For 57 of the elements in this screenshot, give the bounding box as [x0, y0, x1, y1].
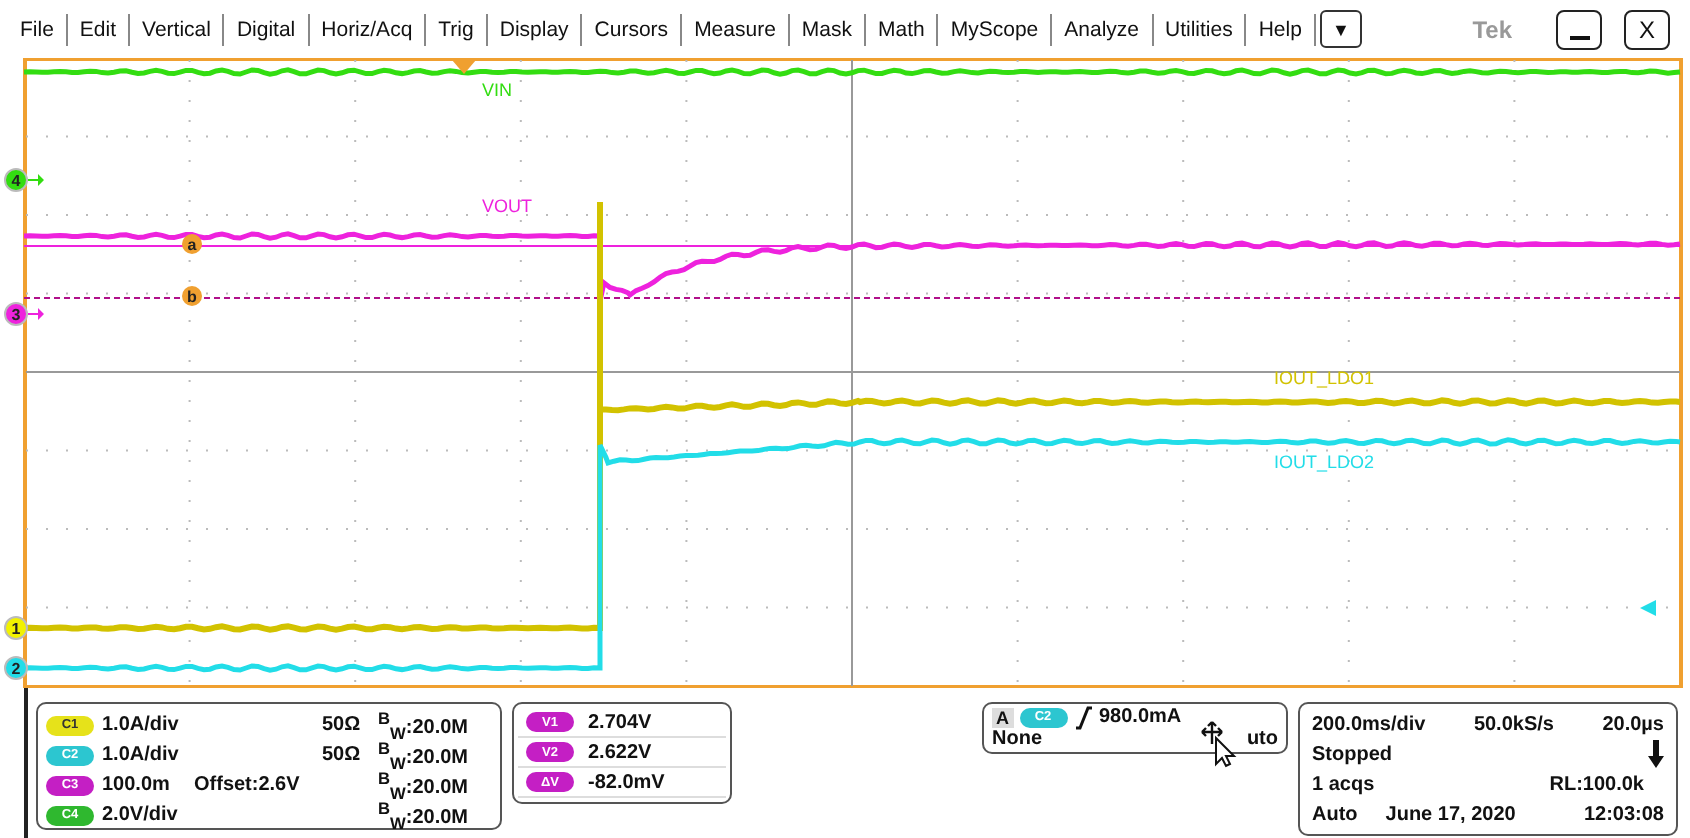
channel-scale: 1.0A/div	[102, 744, 181, 767]
cursor-value: 2.622V	[588, 741, 652, 763]
menu-item[interactable]: MyScope	[938, 13, 1053, 45]
channel-impedance: 50Ω	[322, 744, 361, 767]
horizontal-position: 20.0µs	[1602, 713, 1664, 735]
channel-marker[interactable]: 4	[4, 168, 28, 192]
channel-scale: 1.0A/div	[102, 714, 181, 737]
acquisition-date: June 17, 2020	[1385, 803, 1516, 825]
channel-marker[interactable]: 1	[4, 616, 28, 640]
trigger-mode: uto	[1246, 728, 1278, 750]
menu-item[interactable]: Edit	[67, 13, 131, 45]
sample-rate: 50.0kS/s	[1473, 713, 1554, 735]
down-arrow-icon	[1648, 740, 1664, 768]
menu-item[interactable]: Measure	[682, 13, 790, 45]
channel-offset: Offset:2.6V	[194, 774, 300, 797]
minimize-icon	[1569, 35, 1589, 39]
channel-marker[interactable]: 2	[4, 656, 28, 680]
channel-scale: 100.0m	[102, 774, 172, 797]
menu-item[interactable]: Cursors	[582, 13, 683, 45]
record-length: RL:100.0k	[1549, 773, 1644, 795]
close-button[interactable]: X	[1624, 9, 1670, 49]
mouse-pointer-icon	[1200, 719, 1241, 767]
trigger-type: A	[992, 707, 1013, 727]
acquisition-mode: Auto	[1312, 803, 1358, 825]
timebase: 200.0ms/div	[1312, 713, 1426, 735]
trigger-level-icon	[1640, 600, 1656, 616]
trigger-level: 980.0mA	[1099, 706, 1182, 728]
rising-edge-icon	[1073, 705, 1093, 729]
trace-label: IOUT_LDO2	[1274, 452, 1375, 472]
arrow-icon	[28, 306, 44, 322]
menu-item[interactable]: Math	[866, 13, 939, 45]
menu-item[interactable]: Mask	[789, 13, 867, 45]
brand-label: Tek	[1472, 15, 1512, 43]
menu-item[interactable]: Display	[487, 13, 583, 45]
menu-item[interactable]: File	[8, 13, 68, 45]
menu-item[interactable]: Digital	[224, 13, 310, 45]
trace-label: VOUT	[482, 196, 533, 216]
arrow-icon	[28, 172, 44, 188]
trigger-coupling: None	[992, 728, 1042, 750]
channel-marker[interactable]: 3	[4, 302, 28, 326]
acquisition-count: 1 acqs	[1312, 773, 1375, 795]
menu-item[interactable]: Utilities	[1153, 13, 1247, 45]
channel-scale: 2.0V/div	[102, 804, 180, 827]
trace-label: IOUT_LDO1	[1274, 368, 1375, 388]
menu-item[interactable]: Vertical	[130, 13, 225, 45]
cursor-value: 2.704V	[588, 711, 652, 733]
menu-item[interactable]: Horiz/Acq	[309, 13, 427, 45]
menu-item[interactable]: Analyze	[1052, 13, 1153, 45]
menu-item[interactable]: Help	[1246, 13, 1316, 45]
trace-label: VIN	[482, 80, 513, 100]
acquisition-time: 12:03:08	[1583, 803, 1664, 825]
acquisition-state: Stopped	[1312, 743, 1392, 765]
channel-impedance: 50Ω	[322, 714, 361, 737]
minimize-button[interactable]	[1556, 9, 1602, 49]
menu-dropdown-button[interactable]: ▼	[1319, 10, 1362, 48]
menu-item[interactable]: Trig	[426, 13, 488, 45]
cursor-value: -82.0mV	[588, 771, 665, 793]
